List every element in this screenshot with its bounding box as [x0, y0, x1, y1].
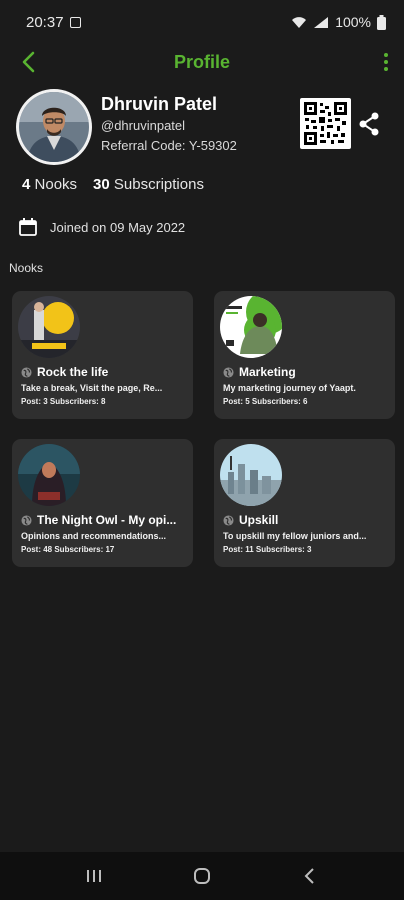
nook-title: Marketing: [223, 365, 391, 379]
nook-cover-image: [18, 296, 80, 358]
nook-cover-image: [18, 444, 80, 506]
share-icon[interactable]: [356, 111, 382, 137]
qr-code-icon[interactable]: [300, 98, 351, 149]
nooks-count: 4: [22, 176, 31, 193]
nook-title-text: Upskill: [239, 513, 279, 527]
subscriptions-stat[interactable]: 30 Subscriptions: [93, 176, 204, 193]
nook-title: Upskill: [223, 513, 391, 527]
battery-level: 100%: [335, 14, 371, 30]
app-bar: Profile: [0, 44, 404, 80]
profile-stats: 4 Nooks 30 Subscriptions: [22, 176, 204, 193]
nook-stats: Post: 5 Subscribers: 6: [223, 397, 308, 406]
referral-code: Referral Code: Y-59302: [101, 138, 237, 153]
nook-description: Opinions and recommendations...: [21, 531, 167, 541]
globe-icon: [21, 514, 32, 526]
nooks-section-label: Nooks: [9, 261, 44, 275]
recent-apps-icon[interactable]: [79, 861, 109, 891]
notification-icon: [69, 16, 81, 28]
nook-card[interactable]: Marketing My marketing journey of Yaapt.…: [214, 291, 395, 419]
nook-cover-image: [220, 444, 282, 506]
nook-title: The Night Owl - My opi...: [21, 513, 189, 527]
nook-description: My marketing journey of Yaapt.: [223, 383, 356, 393]
subscriptions-count: 30: [93, 176, 110, 193]
nook-stats: Post: 48 Subscribers: 17: [21, 545, 115, 554]
profile-avatar[interactable]: [16, 89, 92, 165]
battery-icon: [377, 14, 386, 30]
nooks-stat[interactable]: 4 Nooks: [22, 176, 77, 193]
page-title: Profile: [173, 51, 230, 72]
signal-icon: [314, 16, 329, 28]
nook-card[interactable]: The Night Owl - My opi... Opinions and r…: [12, 439, 193, 567]
more-options-icon[interactable]: [382, 50, 390, 74]
status-time: 20:37: [26, 13, 64, 31]
nook-stats: Post: 11 Subscribers: 3: [223, 545, 312, 554]
status-bar: 20:37 100%: [0, 0, 404, 44]
globe-icon: [21, 366, 32, 378]
back-arrow-icon[interactable]: [18, 50, 42, 74]
nook-card[interactable]: Rock the life Take a break, Visit the pa…: [12, 291, 193, 419]
nook-description: To upskill my fellow juniors and...: [223, 531, 367, 541]
globe-icon: [223, 366, 234, 378]
profile-name: Dhruvin Patel: [101, 94, 218, 114]
profile-handle: @dhruvinpatel: [101, 118, 186, 133]
joined-row: Joined on 09 May 2022: [18, 217, 185, 237]
system-nav-bar: [0, 852, 404, 900]
nook-title: Rock the life: [21, 365, 189, 379]
nook-title-text: Marketing: [239, 365, 296, 379]
subscriptions-stat-label: Subscriptions: [113, 176, 204, 193]
nooks-stat-label: Nooks: [34, 176, 78, 193]
nook-title-text: Rock the life: [37, 365, 109, 379]
system-back-icon[interactable]: [295, 861, 325, 891]
nook-title-text: The Night Owl - My opi...: [37, 513, 177, 527]
nook-cover-image: [220, 296, 282, 358]
wifi-icon: [292, 16, 307, 28]
calendar-icon: [19, 218, 37, 236]
nook-stats: Post: 3 Subscribers: 8: [21, 397, 106, 406]
nook-card[interactable]: Upskill To upskill my fellow juniors and…: [214, 439, 395, 567]
joined-date: Joined on 09 May 2022: [50, 219, 186, 235]
nook-description: Take a break, Visit the page, Re...: [21, 383, 163, 393]
globe-icon: [223, 514, 234, 526]
home-icon[interactable]: [187, 861, 217, 891]
